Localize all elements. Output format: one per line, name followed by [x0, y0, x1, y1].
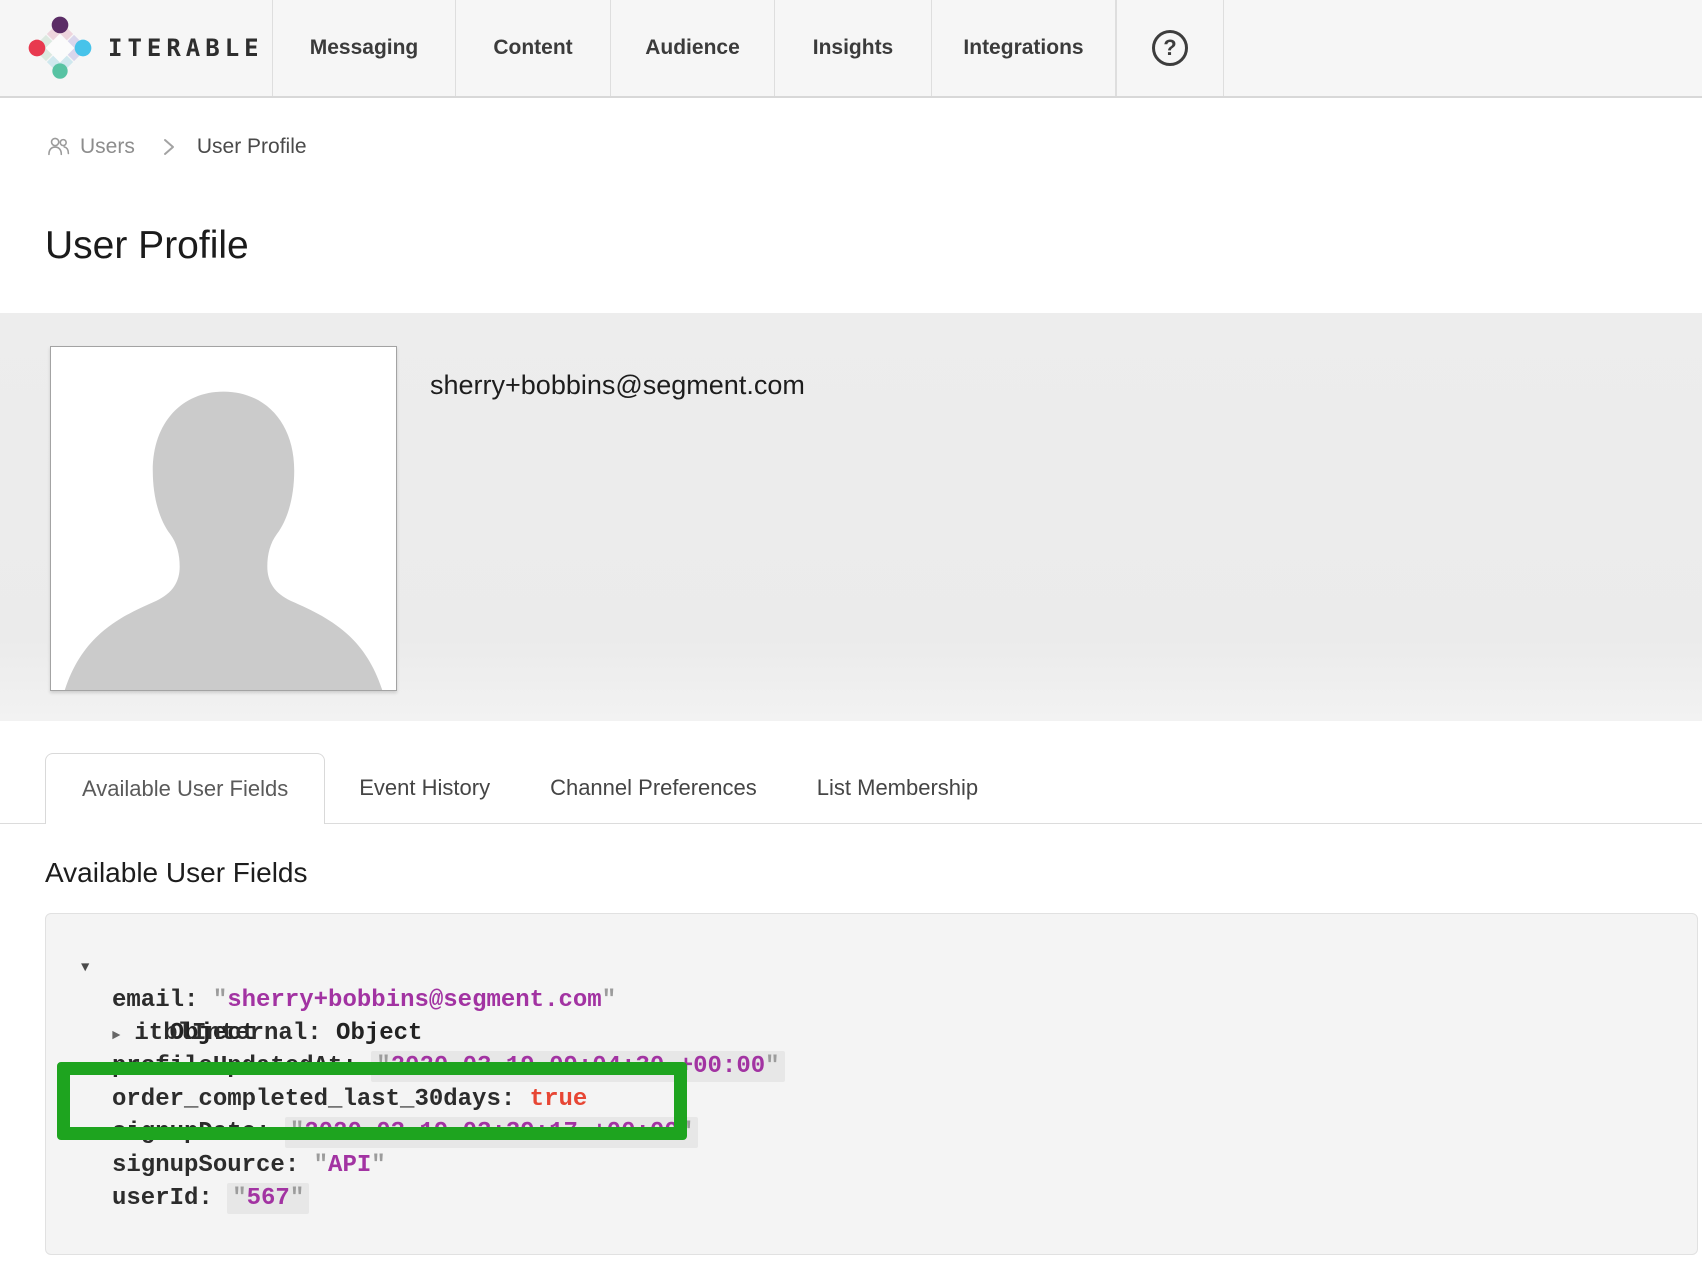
- profile-hero: sherry+bobbins@segment.com: [0, 313, 1702, 721]
- field-value-string: "sherry+bobbins@segment.com": [213, 987, 616, 1014]
- avatar-silhouette-icon: [51, 347, 396, 690]
- breadcrumb-current: User Profile: [197, 135, 307, 159]
- help-icon: ?: [1152, 30, 1188, 66]
- field-value-string: "2020-03-19 09:04:30 +00:00": [371, 1051, 784, 1082]
- top-nav: ITERABLE Messaging Content Audience Insight…: [0, 0, 1702, 98]
- breadcrumb-users-label: Users: [80, 135, 135, 159]
- avatar: [50, 346, 397, 691]
- field-key: userId:: [112, 1185, 227, 1212]
- nav-items: Messaging Content Audience Insights Integrat…: [272, 0, 1116, 96]
- field-row-profileUpdatedAt: profileUpdatedAt: "2020-03-19 09:04:30 +…: [112, 1050, 1697, 1083]
- nav-item-label: Content: [493, 36, 572, 60]
- tab-bar: Available User FieldsEvent HistoryChanne…: [0, 753, 1702, 824]
- field-key: email:: [112, 987, 213, 1014]
- chevron-right-icon: [163, 137, 175, 157]
- tab-available-user-fields[interactable]: Available User Fields: [45, 753, 325, 824]
- page-title: User Profile: [45, 224, 249, 268]
- json-rows: email: "sherry+bobbins@segment.com" ► itbl…: [46, 984, 1697, 1215]
- field-row-order_completed_last_30days: order_completed_last_30days: true: [112, 1083, 1697, 1116]
- json-root-row: ▼ Object: [112, 951, 1697, 984]
- breadcrumb: Users User Profile: [45, 133, 307, 160]
- field-value-boolean: true: [530, 1086, 588, 1113]
- field-value-string: "API": [314, 1152, 386, 1179]
- tab-channel-preferences[interactable]: Channel Preferences: [520, 753, 787, 823]
- breadcrumb-users-link[interactable]: Users: [45, 133, 135, 160]
- nav-item-integrations[interactable]: Integrations: [931, 0, 1116, 96]
- field-key: signupDate:: [112, 1119, 285, 1146]
- field-row-userId: userId: "567": [112, 1182, 1697, 1215]
- nav-item-label: Audience: [645, 36, 740, 60]
- nav-item-insights[interactable]: Insights: [774, 0, 931, 96]
- expand-icon[interactable]: ►: [112, 1028, 120, 1044]
- field-key: itblInternal:: [134, 1020, 336, 1047]
- tab-event-history[interactable]: Event History: [329, 753, 520, 823]
- iterable-logo[interactable]: ITERABLE: [0, 0, 272, 96]
- field-row-email: email: "sherry+bobbins@segment.com": [112, 984, 1697, 1017]
- field-value-string: "2020-03-19 03:39:17 +00:00": [285, 1117, 698, 1148]
- field-key: profileUpdatedAt:: [112, 1053, 371, 1080]
- nav-item-label: Integrations: [963, 36, 1083, 60]
- tab-list-membership[interactable]: List Membership: [787, 753, 1008, 823]
- iterable-logo-icon: [28, 16, 92, 80]
- field-row-signupSource: signupSource: "API": [112, 1149, 1697, 1182]
- help-button[interactable]: ?: [1116, 0, 1224, 96]
- user-email: sherry+bobbins@segment.com: [430, 370, 805, 401]
- collapse-icon[interactable]: ▼: [81, 952, 89, 985]
- nav-item-content[interactable]: Content: [455, 0, 610, 96]
- brand-name: ITERABLE: [108, 34, 264, 62]
- users-icon: [45, 133, 72, 160]
- field-value-string: "567": [227, 1183, 309, 1214]
- field-row-itblInternal: ► itblInternal: Object: [112, 1017, 1697, 1050]
- nav-item-label: Insights: [813, 36, 894, 60]
- nav-item-messaging[interactable]: Messaging: [272, 0, 455, 96]
- field-key: order_completed_last_30days:: [112, 1086, 530, 1113]
- field-value-object: Object: [336, 1020, 422, 1047]
- section-heading: Available User Fields: [45, 857, 308, 889]
- field-row-signupDate: signupDate: "2020-03-19 03:39:17 +00:00": [112, 1116, 1697, 1149]
- nav-item-audience[interactable]: Audience: [610, 0, 774, 96]
- field-key: signupSource:: [112, 1152, 314, 1179]
- nav-item-label: Messaging: [310, 36, 419, 60]
- user-fields-json-viewer: ▼ Object email: "sherry+bobbins@segment.…: [45, 913, 1698, 1255]
